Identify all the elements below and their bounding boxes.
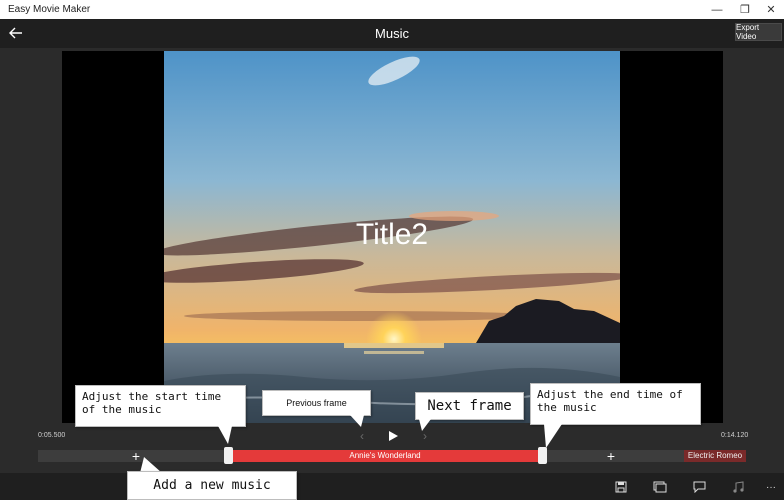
add-music-button-2[interactable]: +: [604, 449, 618, 463]
save-button[interactable]: [612, 478, 630, 496]
window-title-bar: Easy Movie Maker — ❐ ✕: [0, 0, 784, 19]
caption-button[interactable]: [690, 478, 708, 496]
music-start-handle[interactable]: [224, 447, 233, 464]
music-clip[interactable]: Annie's Wonderland: [228, 450, 542, 462]
music-end-handle[interactable]: [538, 447, 547, 464]
app-header: Music Export Video: [0, 19, 784, 48]
caption-icon: [693, 481, 705, 493]
callout-adjust-end-tail: [544, 424, 562, 448]
play-button[interactable]: [384, 427, 402, 445]
export-video-button[interactable]: Export Video: [735, 23, 782, 41]
overlay-title-text: Title2: [355, 218, 429, 251]
music-icon: [733, 481, 744, 493]
close-button[interactable]: ✕: [756, 0, 784, 19]
callout-next-frame: Next frame: [415, 392, 524, 420]
more-button[interactable]: ···: [762, 478, 780, 496]
callout-adjust-start: Adjust the start time of the music: [75, 385, 246, 427]
play-icon: [389, 431, 398, 441]
callout-previous-frame-tail: [350, 415, 364, 427]
minimize-button[interactable]: —: [702, 0, 732, 19]
callout-adjust-end: Adjust the end time of the music: [530, 383, 701, 425]
save-icon: [615, 481, 627, 493]
previous-frame-button[interactable]: ‹: [355, 428, 369, 444]
callout-adjust-start-tail: [218, 426, 232, 444]
page-title: Music: [375, 26, 409, 41]
aspect-ratio-button[interactable]: [651, 478, 669, 496]
app-title: Easy Movie Maker: [8, 4, 91, 15]
callout-add-music: Add a new music: [127, 471, 297, 500]
music-button[interactable]: [729, 478, 747, 496]
music-clip-2[interactable]: Electric Romeo: [684, 450, 746, 462]
start-time-label: 0:05.500: [38, 432, 66, 439]
callout-next-frame-tail: [419, 419, 431, 431]
callout-previous-frame: Previous frame: [262, 390, 371, 416]
end-time-label: 0:14.120: [721, 432, 749, 439]
aspect-ratio-icon: [653, 481, 667, 493]
